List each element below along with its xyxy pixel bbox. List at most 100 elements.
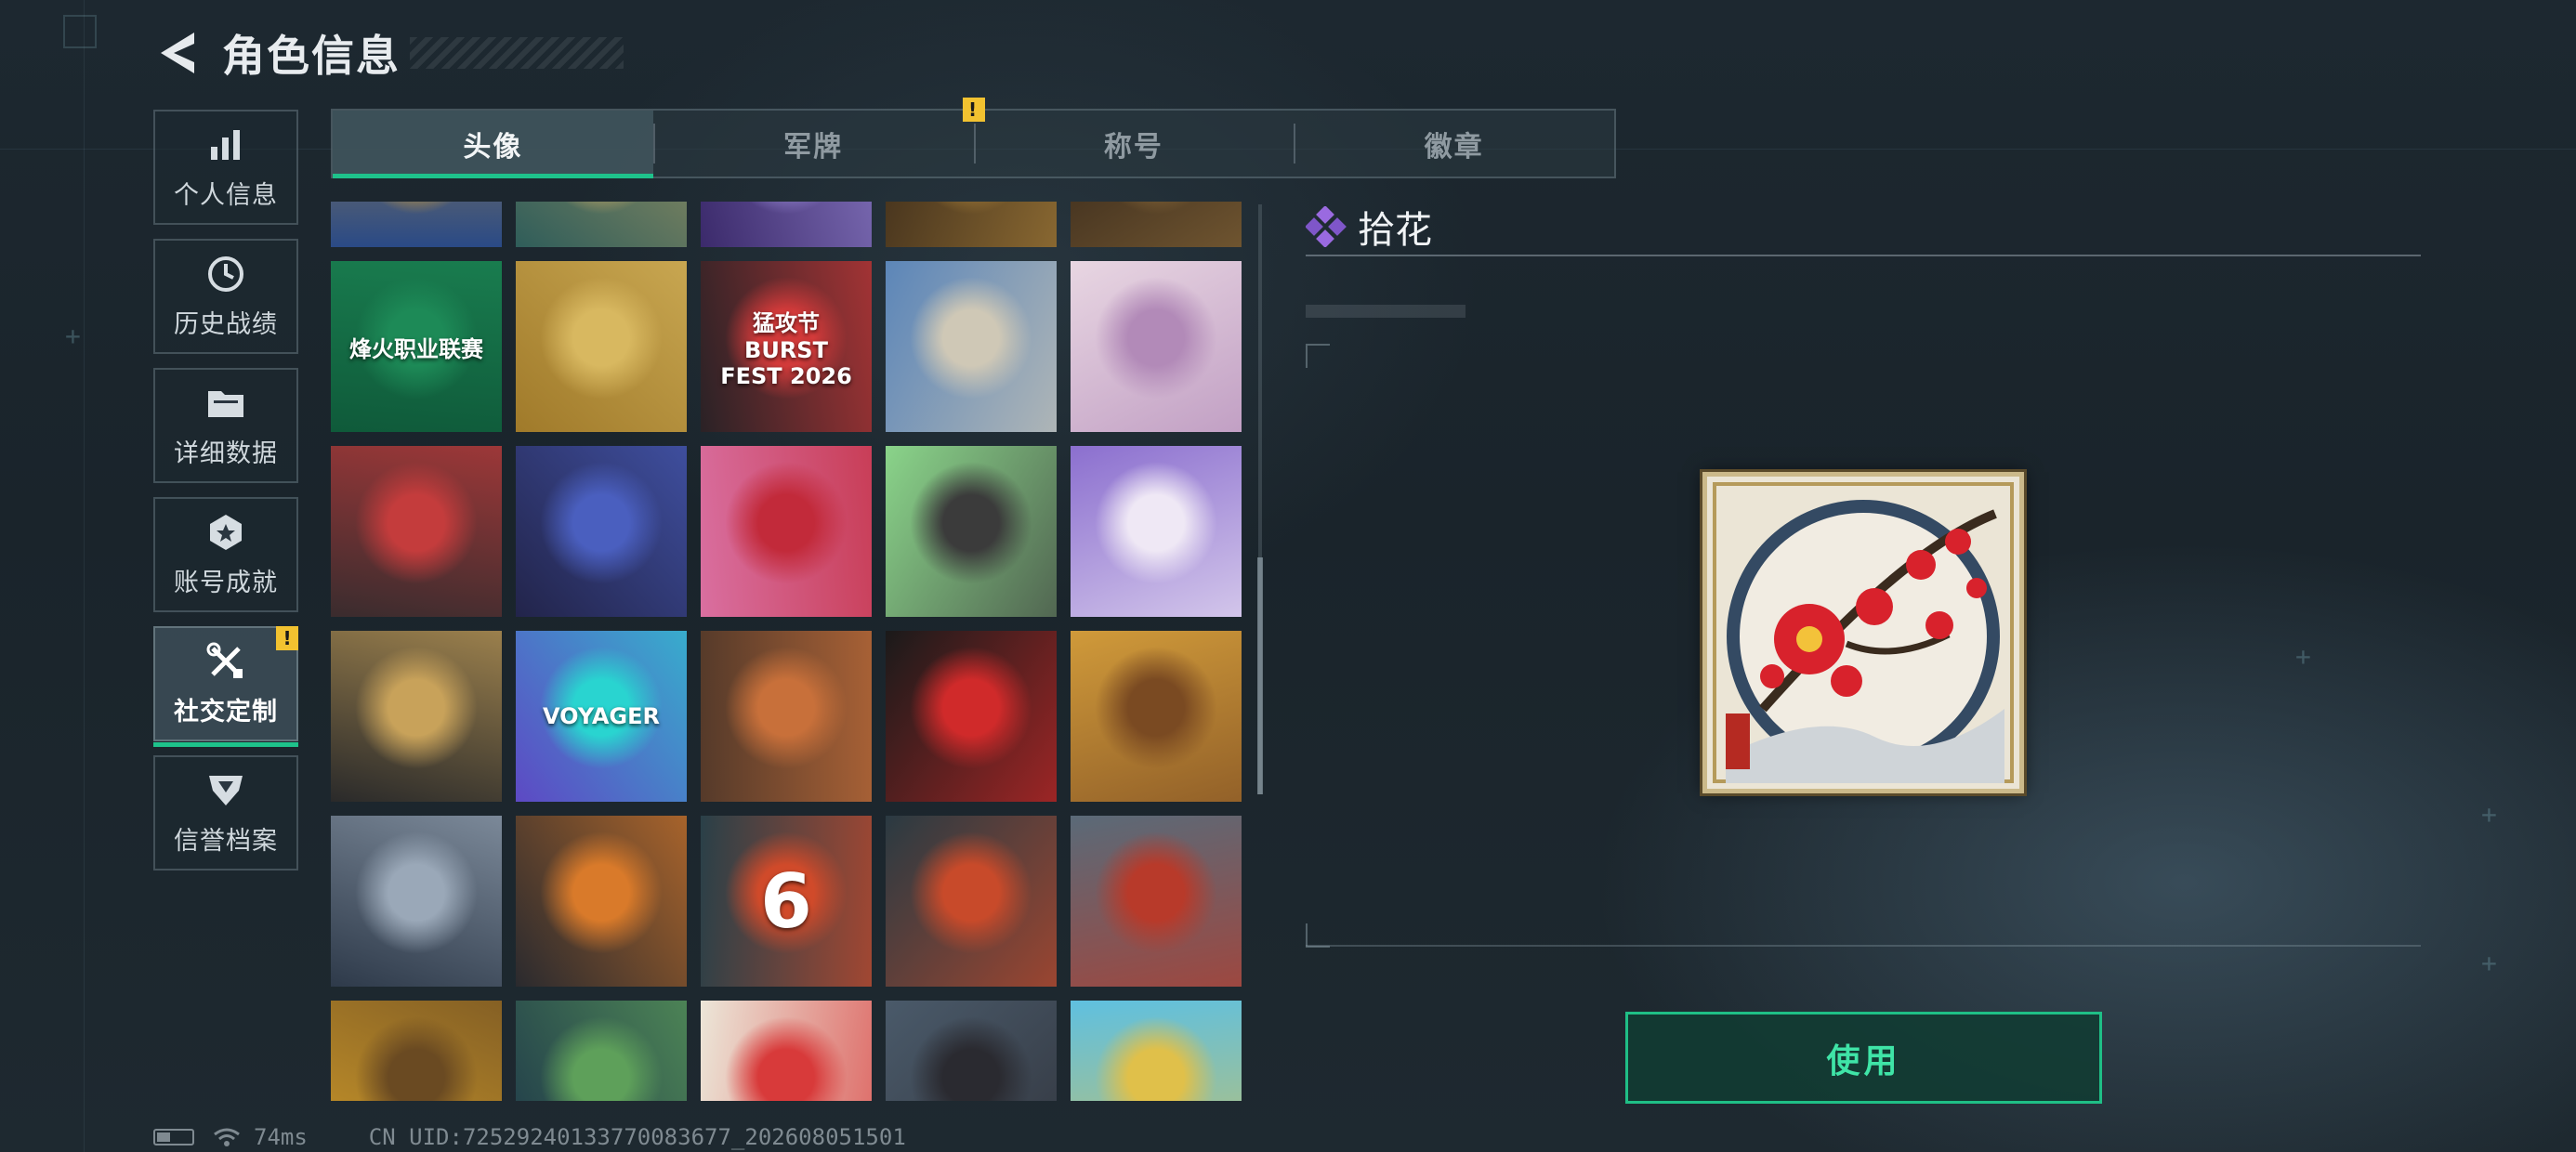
alert-badge: !: [276, 626, 298, 650]
tab-title[interactable]: 称号: [973, 111, 1295, 177]
nav-item-personal-info[interactable]: 个人信息: [153, 110, 298, 225]
avatar-tile[interactable]: [516, 446, 687, 617]
detail-meta-bar: [1306, 305, 1465, 318]
avatar-tile[interactable]: [516, 1001, 687, 1101]
tab-label: 徽章: [1424, 130, 1484, 164]
avatar-gunner-desert: [886, 1001, 1057, 1101]
uid-text: CN UID:7252924013377008367​7_20260805150…: [368, 1124, 906, 1150]
bg-plus-mark: +: [2481, 948, 2497, 978]
detail-divider: [1306, 255, 2421, 256]
nav-item-detailed-data[interactable]: 详细数据: [153, 368, 298, 483]
avatar-tile[interactable]: [886, 261, 1057, 432]
avatar-tile-text: 猛攻节 BURST FEST 2026: [720, 309, 852, 389]
avatar-tile[interactable]: [1071, 446, 1242, 617]
avatar-tile[interactable]: [1071, 631, 1242, 802]
avatar-tile[interactable]: [516, 261, 687, 432]
avatar-blue-globe: [1071, 1001, 1242, 1101]
detail-header: 拾花: [1305, 200, 1432, 254]
medal-icon: [205, 512, 246, 553]
bg-corner-square: [63, 15, 97, 48]
avatar-bearded-soldier: [701, 631, 872, 802]
avatar-tile[interactable]: [701, 1001, 872, 1101]
avatar-soldier-football: [886, 261, 1057, 432]
avatar-tile[interactable]: [886, 1001, 1057, 1101]
nav-label: 社交定制: [174, 697, 278, 727]
page-title: 角色信息: [222, 31, 401, 81]
avatar-gold-robot-peace: [516, 261, 687, 432]
avatar-tile[interactable]: [331, 446, 502, 617]
avatar-grid: 烽火职业联赛 猛攻节 BURST FEST 2026 VOYAGER 6: [331, 202, 1242, 1101]
avatar-duck-helmet-kid: [886, 446, 1057, 617]
avatar-tile[interactable]: [331, 631, 502, 802]
folder-icon: [205, 383, 246, 424]
avatar-tile[interactable]: [701, 446, 872, 617]
bg-plus-mark: +: [2481, 799, 2497, 830]
avatar-helmet-soldier-green: [516, 1001, 687, 1101]
nav-label: 详细数据: [174, 439, 278, 468]
avatar-tile[interactable]: [1071, 816, 1242, 987]
avatar-tile[interactable]: [331, 202, 502, 247]
avatar-tile[interactable]: [331, 1001, 502, 1101]
nav-label: 个人信息: [174, 180, 278, 210]
title-decoration: [410, 37, 624, 69]
avatar-anime-girl-silver: [1071, 261, 1242, 432]
back-button[interactable]: [153, 25, 202, 81]
category-tabs: 头像 军牌 ! 称号 徽章: [331, 98, 1616, 178]
avatar-red-mask-soldier: [331, 446, 502, 617]
avatar-tile-text: 6: [760, 857, 812, 945]
avatar-tile[interactable]: [1071, 1001, 1242, 1101]
avatar-tile[interactable]: [886, 631, 1057, 802]
clock-history-icon: [205, 254, 246, 295]
avatar-tile[interactable]: [1071, 261, 1242, 432]
page-header: 角色信息: [153, 20, 624, 85]
nav-item-match-history[interactable]: 历史战绩: [153, 239, 298, 354]
avatar-tile[interactable]: VOYAGER: [516, 631, 687, 802]
avatar-suit-man: [886, 631, 1057, 802]
nav-item-credit-record[interactable]: 信誉档案: [153, 755, 298, 871]
avatar-yellow-mech: [331, 1001, 502, 1101]
nav-label: 账号成就: [174, 568, 278, 597]
avatar-grid-viewport: 烽火职业联赛 猛攻节 BURST FEST 2026 VOYAGER 6: [331, 202, 1246, 1101]
avatar-gold-triangle-emblem: [331, 631, 502, 802]
bg-plus-mark: +: [65, 321, 81, 351]
avatar-tile[interactable]: 6: [701, 816, 872, 987]
avatar-tile[interactable]: [1071, 202, 1242, 247]
avatar-tile[interactable]: [701, 202, 872, 247]
avatar-dark-soldier-brown: [1071, 202, 1242, 247]
avatar-rook-tower: [1071, 816, 1242, 987]
nav-item-social-customization[interactable]: 社交定制 !: [153, 626, 298, 747]
nav-item-account-achievements[interactable]: 账号成就: [153, 497, 298, 612]
avatar-tile[interactable]: [516, 202, 687, 247]
tab-badge[interactable]: 徽章: [1294, 111, 1614, 177]
nav-label: 信誉档案: [174, 826, 278, 856]
avatar-crossed-rifles: [516, 816, 687, 987]
scrollbar-thumb[interactable]: [1257, 557, 1263, 794]
bg-grid-line: [84, 0, 85, 1152]
avatar-tile[interactable]: [701, 631, 872, 802]
battery-icon: [153, 1129, 194, 1145]
plum-blossom-avatar: [1707, 477, 2019, 789]
avatar-tile[interactable]: [886, 202, 1057, 247]
avatar-crossed-swords: [886, 816, 1057, 987]
wrench-screwdriver-icon: [205, 641, 246, 682]
avatar-tile-text: 烽火职业联赛: [349, 335, 483, 362]
tab-avatar[interactable]: 头像: [333, 111, 653, 178]
avatar-plum-blossom: [701, 1001, 872, 1101]
avatar-teal-gold-ornament: [516, 202, 687, 247]
avatar-tile[interactable]: [886, 446, 1057, 617]
tab-label: 称号: [1103, 130, 1163, 164]
frame-corner: [1306, 344, 1330, 368]
avatar-tile[interactable]: 烽火职业联赛: [331, 261, 502, 432]
avatar-tile[interactable]: [886, 816, 1057, 987]
avatar-armored-squad: [331, 816, 502, 987]
nav-label: 历史战绩: [174, 309, 278, 339]
use-button[interactable]: 使用: [1625, 1012, 2102, 1104]
avatar-tile[interactable]: [331, 816, 502, 987]
avatar-cat-ear-chibi: [1071, 446, 1242, 617]
avatar-tile[interactable]: [516, 816, 687, 987]
avatar-horse-girl: [1071, 631, 1242, 802]
tab-label: 头像: [463, 130, 523, 164]
avatar-tile[interactable]: 猛攻节 BURST FEST 2026: [701, 261, 872, 432]
tab-dog-tag[interactable]: 军牌 !: [652, 98, 985, 177]
tab-label: 军牌: [783, 130, 844, 164]
